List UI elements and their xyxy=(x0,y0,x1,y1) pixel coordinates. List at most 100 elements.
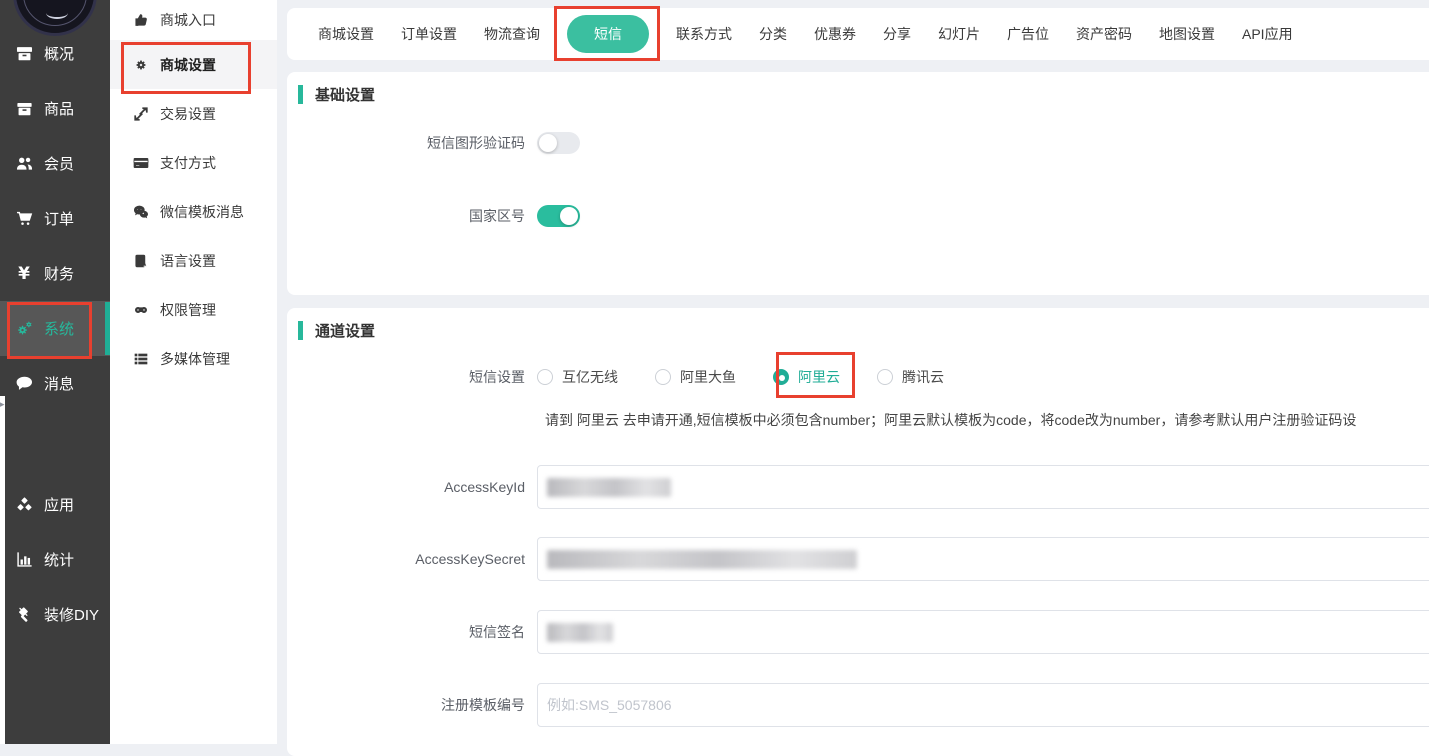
primary-nav: 概况 商品 会员 订单 ¥ 财务 xyxy=(0,26,110,642)
tab-category[interactable]: 分类 xyxy=(759,24,787,44)
radio-circle-icon xyxy=(655,369,671,385)
country-code-toggle[interactable] xyxy=(537,205,580,227)
submenu-item-payment-methods[interactable]: 支付方式 xyxy=(110,138,277,187)
sidebar-item-label: 应用 xyxy=(44,494,74,515)
tab-shop-settings[interactable]: 商城设置 xyxy=(318,24,374,44)
orders-icon xyxy=(14,209,34,229)
tab-map-settings[interactable]: 地图设置 xyxy=(1159,24,1215,44)
radio-label: 互亿无线 xyxy=(562,367,618,387)
sidebar-item-diy[interactable]: 装修DIY xyxy=(0,587,110,642)
sms-captcha-label: 短信图形验证码 xyxy=(287,121,525,165)
accesskeysecret-label: AccessKeySecret xyxy=(287,537,525,581)
sidebar-item-system[interactable]: 系统 xyxy=(0,301,110,356)
submenu-item-label: 商城入口 xyxy=(160,10,216,30)
submenu-item-mall-entrance[interactable]: 商城入口 xyxy=(110,0,277,40)
radio-tencent-cloud[interactable]: 腾讯云 xyxy=(877,367,944,387)
sidebar-item-label: 统计 xyxy=(44,549,74,570)
members-icon xyxy=(14,154,34,174)
chevron-right-icon: ▸ xyxy=(0,400,5,409)
submenu-item-label: 支付方式 xyxy=(160,153,216,173)
submenu-item-label: 微信模板消息 xyxy=(160,202,244,222)
accesskeyid-label: AccessKeyId xyxy=(287,465,525,509)
submenu-item-trade-settings[interactable]: 交易设置 xyxy=(110,89,277,138)
sms-captcha-toggle[interactable] xyxy=(537,132,580,154)
gear-icon xyxy=(132,56,149,73)
toggle-knob xyxy=(539,134,557,152)
sms-signature-input[interactable] xyxy=(537,610,1429,654)
apps-icon xyxy=(14,495,34,515)
register-template-input[interactable]: 例如:SMS_5057806 xyxy=(537,683,1429,727)
submenu-item-wechat-template[interactable]: 微信模板消息 xyxy=(110,187,277,236)
radio-circle-icon xyxy=(877,369,893,385)
sidebar-item-label: 概况 xyxy=(44,43,74,64)
sms-provider-row: 短信设置 互亿无线 阿里大鱼 阿里云 腾讯云 xyxy=(287,355,1429,399)
system-icon xyxy=(14,319,34,339)
accesskeysecret-input[interactable] xyxy=(537,537,1429,581)
tab-order-settings[interactable]: 订单设置 xyxy=(401,24,457,44)
basic-settings-header: 基础设置 xyxy=(298,84,375,105)
sms-signature-label: 短信签名 xyxy=(287,610,525,654)
aliyun-help-text: 请到 阿里云 去申请开通,短信模板中必须包含number；阿里云默认模板为cod… xyxy=(545,410,1429,430)
sidebar-item-goods[interactable]: 商品 xyxy=(0,81,110,136)
input-placeholder: 例如:SMS_5057806 xyxy=(547,695,672,715)
diy-icon xyxy=(14,605,34,625)
sidebar-item-overview[interactable]: 概况 xyxy=(0,26,110,81)
tab-coupon[interactable]: 优惠券 xyxy=(814,24,856,44)
wechat-icon xyxy=(132,203,149,220)
media-list-icon xyxy=(132,350,149,367)
secondary-sidebar: 商城入口 商城设置 交易设置 支付方式 微信模板消息 语言设置 xyxy=(110,0,277,744)
accesskeyid-row: AccessKeyId xyxy=(287,465,1429,509)
sidebar-item-members[interactable]: 会员 xyxy=(0,136,110,191)
section-accent-bar xyxy=(298,321,303,340)
accesskeyid-input[interactable] xyxy=(537,465,1429,509)
sidebar-spacer xyxy=(0,411,110,477)
sidebar-item-apps[interactable]: 应用 xyxy=(0,477,110,532)
register-template-label: 注册模板编号 xyxy=(287,683,525,727)
radio-huyi-wireless[interactable]: 互亿无线 xyxy=(537,367,618,387)
tab-asset-password[interactable]: 资产密码 xyxy=(1076,24,1132,44)
submenu-item-shop-settings[interactable]: 商城设置 xyxy=(110,40,277,89)
trade-arrows-icon xyxy=(132,105,149,122)
collapse-handle[interactable]: ▸ xyxy=(0,396,5,744)
sidebar-item-label: 会员 xyxy=(44,153,74,174)
tab-api-app[interactable]: API应用 xyxy=(1242,24,1293,44)
sidebar-item-finance[interactable]: ¥ 财务 xyxy=(0,246,110,301)
tab-slides[interactable]: 幻灯片 xyxy=(938,24,980,44)
stats-icon xyxy=(14,550,34,570)
tab-logistics-query[interactable]: 物流查询 xyxy=(484,24,540,44)
radio-circle-icon xyxy=(773,369,789,385)
tab-ad-slot[interactable]: 广告位 xyxy=(1007,24,1049,44)
submenu-item-label: 交易设置 xyxy=(160,104,216,124)
section-accent-bar xyxy=(298,85,303,104)
tab-share[interactable]: 分享 xyxy=(883,24,911,44)
sidebar-item-orders[interactable]: 订单 xyxy=(0,191,110,246)
sidebar-item-stats[interactable]: 统计 xyxy=(0,532,110,587)
accesskeysecret-row: AccessKeySecret xyxy=(287,537,1429,581)
goods-icon xyxy=(14,99,34,119)
sidebar-item-label: 商品 xyxy=(44,98,74,119)
register-template-row: 注册模板编号 例如:SMS_5057806 xyxy=(287,683,1429,727)
sidebar-item-messages[interactable]: 消息 xyxy=(0,356,110,411)
settings-tab-bar: 商城设置 订单设置 物流查询 短信 联系方式 分类 优惠券 分享 幻灯片 广告位… xyxy=(287,8,1429,60)
radio-label: 阿里云 xyxy=(798,367,840,387)
submenu-item-label: 多媒体管理 xyxy=(160,349,230,369)
sms-provider-radio-group: 互亿无线 阿里大鱼 阿里云 腾讯云 xyxy=(537,367,944,387)
masked-value xyxy=(547,623,613,642)
radio-aliyun[interactable]: 阿里云 xyxy=(773,367,840,387)
country-code-label: 国家区号 xyxy=(287,194,525,238)
tab-sms[interactable]: 短信 xyxy=(567,15,649,53)
tab-contact[interactable]: 联系方式 xyxy=(676,24,732,44)
thumb-up-icon xyxy=(132,12,149,29)
sms-captcha-row: 短信图形验证码 xyxy=(287,121,1429,165)
basic-settings-card: 基础设置 短信图形验证码 国家区号 xyxy=(287,72,1429,295)
submenu-item-label: 语言设置 xyxy=(160,251,216,271)
messages-icon xyxy=(14,374,34,394)
sidebar-item-label: 装修DIY xyxy=(44,604,99,625)
radio-ali-dayu[interactable]: 阿里大鱼 xyxy=(655,367,736,387)
primary-sidebar: 概况 商品 会员 订单 ¥ 财务 xyxy=(0,0,110,744)
submenu-item-permission[interactable]: 权限管理 xyxy=(110,285,277,334)
submenu-item-media[interactable]: 多媒体管理 xyxy=(110,334,277,383)
masked-value xyxy=(547,478,671,497)
submenu-item-language-settings[interactable]: 语言设置 xyxy=(110,236,277,285)
sidebar-item-label: 系统 xyxy=(44,318,74,339)
